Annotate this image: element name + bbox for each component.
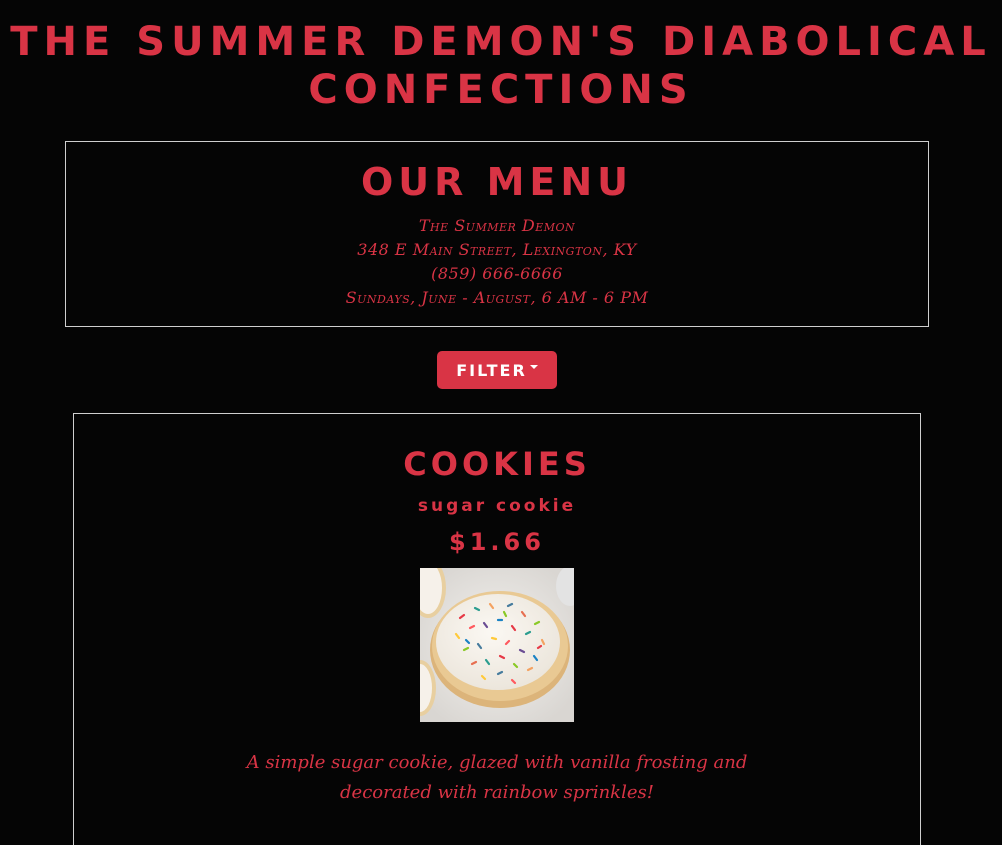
shop-phone: (859) 666-6666 [431, 264, 563, 283]
site-title: THE SUMMER DEMON'S DIABOLICAL CONFECTION… [0, 18, 1002, 114]
menu-heading: OUR MENU [360, 160, 634, 204]
item-description: A simple sugar cookie, glazed with vanil… [246, 752, 748, 803]
filter-button-label: FILTER [456, 360, 527, 380]
category-cookies: COOKIES sugar cookie $1.66 A simple suga… [73, 413, 921, 845]
shop-name: The Summer Demon [418, 216, 576, 235]
category-heading: COOKIES [403, 445, 591, 483]
shop-hours: Sundays, June - August, 6 AM - 6 PM [345, 288, 649, 307]
page: THE SUMMER DEMON'S DIABOLICAL CONFECTION… [0, 0, 1002, 845]
item-name: sugar cookie [417, 496, 577, 516]
item-price: $1.66 [449, 528, 545, 556]
sugar-cookie-photo [420, 568, 574, 722]
site-title-line1: THE SUMMER DEMON'S DIABOLICAL [10, 19, 992, 65]
filter-button[interactable]: FILTER [437, 351, 557, 389]
site-title-line2: CONFECTIONS [308, 67, 694, 113]
menu-info-box: OUR MENU The Summer Demon 348 E Main Str… [65, 141, 929, 327]
caret-down-icon [529, 365, 538, 369]
menu-item: sugar cookie $1.66 A simple sugar cookie… [74, 494, 920, 808]
shop-address: 348 E Main Street, Lexington, KY [357, 240, 637, 259]
